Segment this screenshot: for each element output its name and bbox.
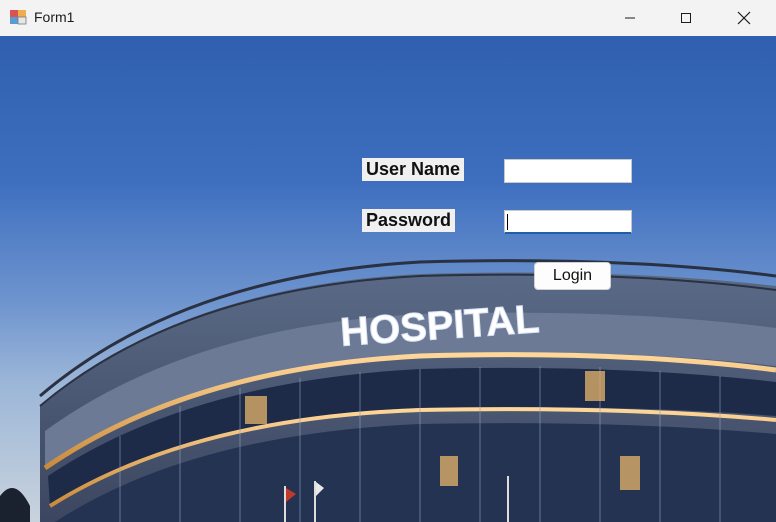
hospital-background-image: HOSPITAL (0, 259, 776, 522)
password-label: Password (362, 209, 456, 232)
minimize-button[interactable] (602, 0, 658, 36)
maximize-button[interactable] (658, 0, 714, 36)
text-caret (507, 214, 508, 230)
username-label: User Name (362, 158, 465, 181)
maximize-icon (681, 13, 691, 23)
password-input[interactable] (504, 210, 632, 234)
form-client-area: HOSPITAL User Name Password Login (0, 36, 776, 522)
login-button[interactable]: Login (534, 262, 611, 290)
close-button[interactable] (716, 0, 772, 36)
minimize-icon (625, 17, 635, 19)
close-icon (737, 11, 751, 25)
title-bar: Form1 (0, 0, 776, 36)
username-input[interactable] (504, 159, 632, 183)
window-title: Form1 (34, 9, 75, 25)
app-icon (10, 10, 27, 25)
